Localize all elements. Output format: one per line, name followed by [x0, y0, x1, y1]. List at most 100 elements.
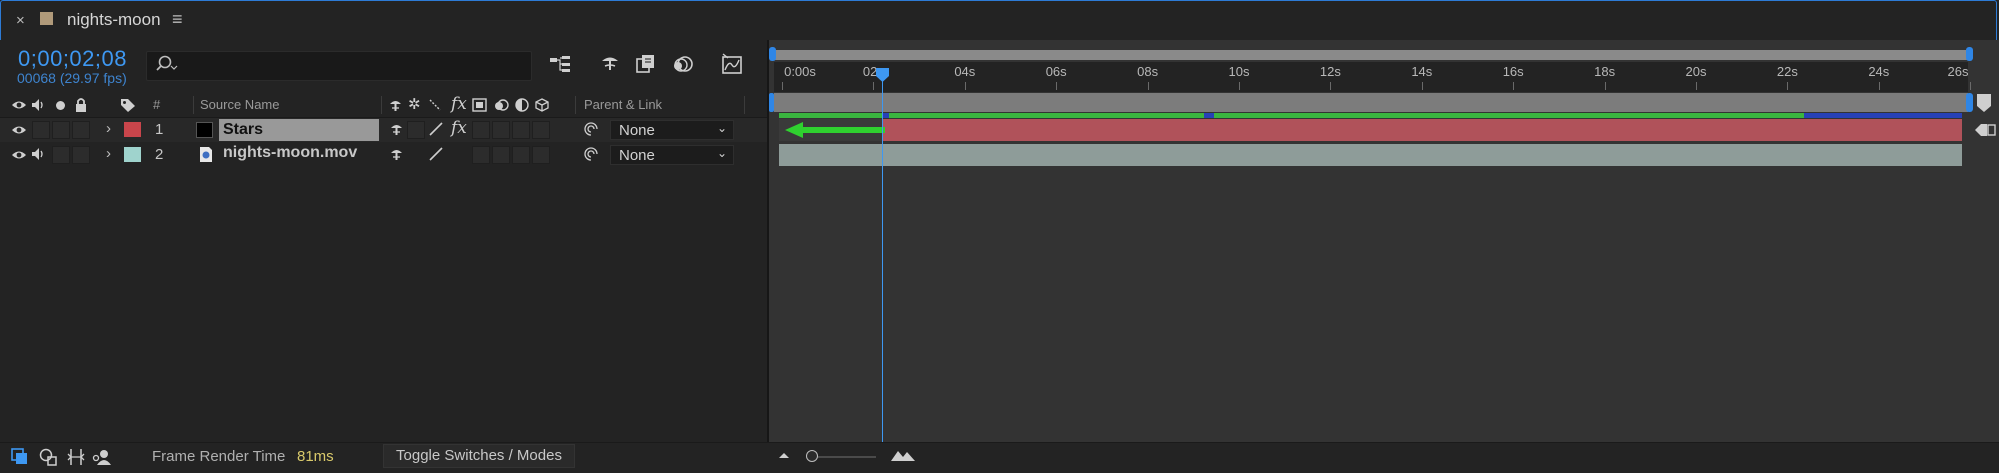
- layer-duration-bar-stars[interactable]: [883, 119, 1962, 141]
- layer-label-color[interactable]: [124, 122, 141, 137]
- column-separator: [381, 96, 382, 114]
- ruler-tick: [1787, 82, 1789, 90]
- shy-switch-icon[interactable]: [389, 122, 404, 136]
- ruler-tick-label: 24s: [1868, 64, 1890, 79]
- layer-name[interactable]: Stars: [219, 119, 379, 141]
- current-time-display[interactable]: 0;00;02;08: [18, 46, 127, 72]
- graph-editor-icon[interactable]: [720, 52, 744, 76]
- shy-layers-icon[interactable]: [598, 52, 622, 76]
- zoom-out-icon[interactable]: [776, 447, 792, 463]
- zoom-in-icon[interactable]: [890, 446, 916, 464]
- layer-name[interactable]: nights-moon.mov: [223, 144, 357, 162]
- ruler-tick-label: 0:00s: [784, 64, 816, 79]
- playhead-line[interactable]: [882, 70, 883, 442]
- in-out-panel-icon[interactable]: [38, 447, 58, 467]
- frame-blend-switch[interactable]: [472, 121, 490, 139]
- motion-blur-icon[interactable]: [671, 52, 695, 76]
- quality-switch-icon[interactable]: [428, 146, 444, 162]
- footage-file-icon: [200, 147, 212, 162]
- frame-blending-icon[interactable]: [634, 52, 658, 76]
- toggle-switches-modes-button[interactable]: Toggle Switches / Modes: [383, 444, 575, 468]
- eye-icon[interactable]: [11, 149, 27, 161]
- column-parent-link[interactable]: Parent & Link: [584, 97, 662, 112]
- layer-duration-bar-nights-moon[interactable]: [779, 144, 1962, 166]
- parent-dropdown[interactable]: None ⌄: [610, 120, 734, 140]
- playhead-icon[interactable]: [876, 68, 889, 82]
- close-tab-icon[interactable]: ×: [16, 12, 25, 29]
- eye-icon[interactable]: [11, 99, 27, 111]
- render-time-toggle-icon[interactable]: [10, 447, 30, 467]
- eye-icon[interactable]: [11, 124, 27, 136]
- parent-value: None: [619, 147, 655, 164]
- audio-icon[interactable]: [30, 146, 46, 162]
- collapse-transform-icon: ✲: [408, 96, 421, 113]
- parent-pickwhip-icon[interactable]: [583, 121, 599, 137]
- work-area-bar[interactable]: [774, 50, 1968, 60]
- lock-switch[interactable]: [72, 121, 90, 139]
- ruler-tick-label: 08s: [1137, 64, 1159, 79]
- ruler-tick-label: 22s: [1776, 64, 1798, 79]
- ruler-tick: [1604, 82, 1606, 90]
- comp-flowchart-icon[interactable]: [548, 52, 572, 76]
- ruler-tick: [1878, 82, 1880, 90]
- column-source-name[interactable]: Source Name: [200, 97, 279, 112]
- ruler-tick-label: 26s: [1947, 64, 1969, 79]
- fx-icon: fx: [451, 94, 467, 114]
- frame-blend-switch-icon: [472, 98, 487, 112]
- comp-start-handle[interactable]: [769, 93, 774, 112]
- motion-blur-switch[interactable]: [492, 146, 510, 164]
- 3d-switch[interactable]: [532, 146, 550, 164]
- quality-icon: [429, 99, 441, 111]
- shy-toggle-icon[interactable]: [92, 447, 112, 467]
- 3d-switch[interactable]: [532, 121, 550, 139]
- solo-switch[interactable]: [52, 146, 70, 164]
- frame-render-time-value: 81ms: [297, 448, 334, 465]
- comp-marker-bin-icon[interactable]: [1974, 121, 1996, 139]
- ruler-tick-label: 14s: [1411, 64, 1433, 79]
- audio-switch[interactable]: [32, 121, 50, 139]
- ruler-tick: [1970, 82, 1972, 90]
- tab-title[interactable]: nights-moon: [67, 10, 161, 30]
- quality-switch-icon[interactable]: [428, 121, 444, 137]
- expand-chevron-icon[interactable]: ›: [106, 120, 111, 137]
- work-area-start-handle[interactable]: [769, 47, 776, 61]
- expand-chevron-icon[interactable]: ›: [106, 145, 111, 162]
- duration-stretch-icon[interactable]: [66, 447, 86, 467]
- solo-switch[interactable]: [52, 121, 70, 139]
- search-input[interactable]: [146, 51, 532, 81]
- lock-icon[interactable]: [74, 97, 88, 113]
- work-area-end-handle[interactable]: [1966, 47, 1973, 61]
- solid-layer-icon: [196, 122, 213, 138]
- cache-indicator-green: [1214, 113, 1804, 118]
- parent-pickwhip-icon[interactable]: [583, 146, 599, 162]
- shy-switch-icon[interactable]: [389, 147, 404, 161]
- motion-blur-switch-icon: [495, 99, 509, 111]
- adjustment-switch[interactable]: [512, 121, 530, 139]
- ruler-tick-label: 20s: [1685, 64, 1707, 79]
- ruler-tick: [1147, 82, 1149, 90]
- frame-blend-switch[interactable]: [472, 146, 490, 164]
- ruler-tick-label: 16s: [1502, 64, 1524, 79]
- layer-label-color[interactable]: [124, 147, 141, 162]
- ruler-tick: [1239, 82, 1240, 90]
- layer-number: 2: [155, 146, 164, 163]
- solo-icon[interactable]: [56, 101, 65, 110]
- collapse-switch[interactable]: [407, 121, 425, 139]
- cache-indicator-green: [889, 113, 1204, 118]
- motion-blur-switch[interactable]: [492, 121, 510, 139]
- composition-work-area[interactable]: [774, 93, 1968, 112]
- label-icon[interactable]: [119, 97, 137, 113]
- ruler-tick: [782, 82, 783, 90]
- comp-end-handle[interactable]: [1966, 93, 1973, 112]
- zoom-slider-knob[interactable]: [806, 450, 818, 462]
- ruler-tick-label: 12s: [1319, 64, 1341, 79]
- frame-render-time-label: Frame Render Time: [152, 448, 286, 465]
- audio-icon[interactable]: [30, 97, 46, 113]
- lock-switch[interactable]: [72, 146, 90, 164]
- panel-menu-icon[interactable]: ≡: [172, 9, 183, 30]
- adjustment-switch[interactable]: [512, 146, 530, 164]
- parent-dropdown[interactable]: None ⌄: [610, 145, 734, 165]
- ruler-tick-label: 18s: [1594, 64, 1616, 79]
- comp-marker-icon[interactable]: [1976, 94, 1992, 112]
- fx-switch-icon[interactable]: fx: [451, 118, 467, 138]
